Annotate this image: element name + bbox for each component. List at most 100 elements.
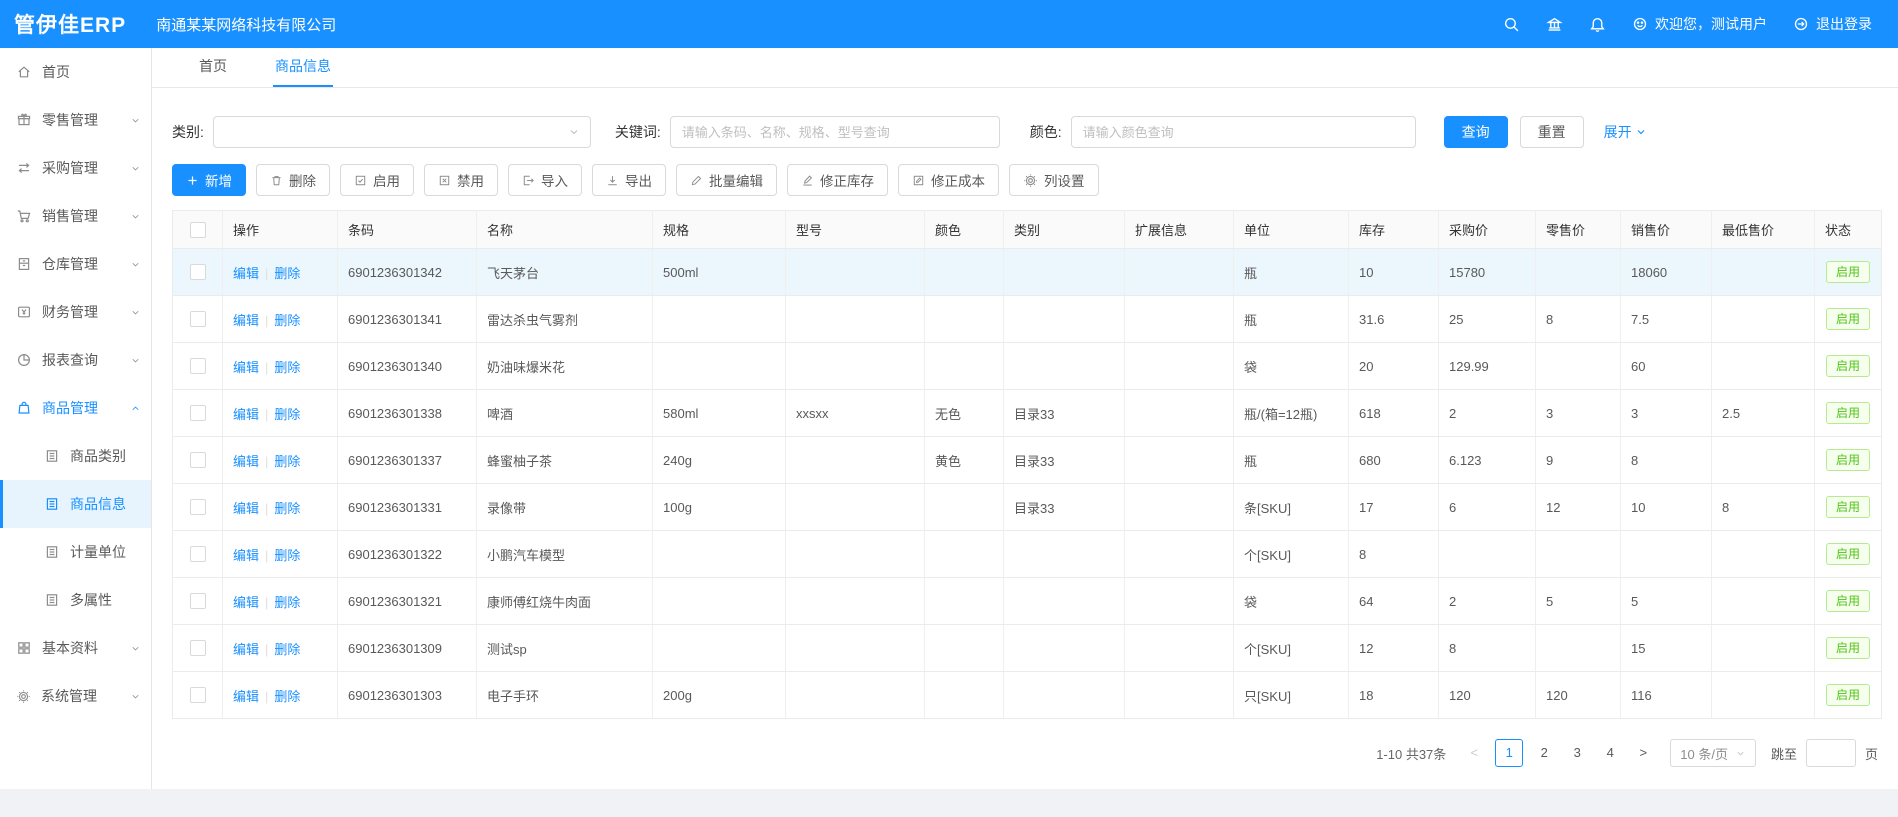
sidebar-item-财务管理[interactable]: 财务管理: [0, 288, 151, 336]
列设置-toolbar-button[interactable]: 列设置: [1009, 164, 1099, 196]
cell-action: 编辑|删除: [223, 578, 338, 625]
edit-link[interactable]: 编辑: [233, 595, 259, 610]
cell-action: 编辑|删除: [223, 343, 338, 390]
page-button-1[interactable]: 1: [1495, 739, 1523, 767]
cell-min_price: [1712, 437, 1815, 484]
sidebar-item-多属性[interactable]: 多属性: [0, 576, 151, 624]
导入-toolbar-button[interactable]: 导入: [508, 164, 582, 196]
row-checkbox[interactable]: [190, 358, 206, 374]
main-content: 首页商品信息 类别: 关键词: 颜色: 查询 重置 展开 新增删除启用禁用导入导…: [152, 48, 1898, 789]
status-badge: 启用: [1826, 355, 1870, 377]
cell-sale: 10: [1621, 484, 1712, 531]
table-row: 编辑|删除6901236301338啤酒580mlxxsxx无色目录33瓶/(箱…: [173, 390, 1882, 437]
禁用-toolbar-button[interactable]: 禁用: [424, 164, 498, 196]
sidebar-item-采购管理[interactable]: 采购管理: [0, 144, 151, 192]
search-icon[interactable]: [1503, 16, 1520, 33]
delete-link[interactable]: 删除: [274, 360, 300, 375]
sidebar-item-商品信息[interactable]: 商品信息: [0, 480, 151, 528]
delete-link[interactable]: 删除: [274, 548, 300, 563]
row-checkbox[interactable]: [190, 640, 206, 656]
cell-purchase: 6: [1439, 484, 1536, 531]
delete-link[interactable]: 删除: [274, 642, 300, 657]
sidebar-item-仓库管理[interactable]: 仓库管理: [0, 240, 151, 288]
edit-link[interactable]: 编辑: [233, 689, 259, 704]
page-button-2[interactable]: 2: [1532, 739, 1556, 767]
select-all-checkbox[interactable]: [190, 222, 206, 238]
delete-link[interactable]: 删除: [274, 501, 300, 516]
tab-商品信息[interactable]: 商品信息: [273, 48, 333, 87]
cell-sale: [1621, 531, 1712, 578]
row-checkbox[interactable]: [190, 499, 206, 515]
prev-page-button[interactable]: <: [1462, 739, 1486, 767]
导出-toolbar-button[interactable]: 导出: [592, 164, 666, 196]
批量编辑-toolbar-button[interactable]: 批量编辑: [676, 164, 777, 196]
page-button-4[interactable]: 4: [1598, 739, 1622, 767]
sidebar-item-首页[interactable]: 首页: [0, 48, 151, 96]
cell-action: 编辑|删除: [223, 296, 338, 343]
delete-link[interactable]: 删除: [274, 266, 300, 281]
delete-link[interactable]: 删除: [274, 689, 300, 704]
row-checkbox[interactable]: [190, 593, 206, 609]
logout-button[interactable]: 退出登录: [1793, 14, 1872, 34]
row-checkbox[interactable]: [190, 687, 206, 703]
delete-link[interactable]: 删除: [274, 407, 300, 422]
cell-name: 测试sp: [477, 625, 653, 672]
delete-link[interactable]: 删除: [274, 454, 300, 469]
jump-page-input[interactable]: [1806, 739, 1856, 767]
next-page-button[interactable]: >: [1631, 739, 1655, 767]
cell-sale: 7.5: [1621, 296, 1712, 343]
cell-stock: 680: [1349, 437, 1439, 484]
启用-toolbar-button[interactable]: 启用: [340, 164, 414, 196]
reset-button[interactable]: 重置: [1520, 116, 1584, 148]
edit-link[interactable]: 编辑: [233, 642, 259, 657]
sidebar-item-商品管理[interactable]: 商品管理: [0, 384, 151, 432]
edit-link[interactable]: 编辑: [233, 360, 259, 375]
cell-category: [1004, 531, 1125, 578]
row-checkbox[interactable]: [190, 311, 206, 327]
chevron-down-icon: [130, 211, 141, 222]
edit-link[interactable]: 编辑: [233, 407, 259, 422]
delete-link[interactable]: 删除: [274, 595, 300, 610]
row-checkbox[interactable]: [190, 546, 206, 562]
color-input[interactable]: [1071, 116, 1416, 148]
cell-name: 雷达杀虫气雾剂: [477, 296, 653, 343]
sidebar-item-基本资料[interactable]: 基本资料: [0, 624, 151, 672]
修正库存-toolbar-button[interactable]: 修正库存: [787, 164, 888, 196]
category-select[interactable]: [213, 116, 591, 148]
cell-barcode: 6901236301338: [338, 390, 477, 437]
sidebar-item-报表查询[interactable]: 报表查询: [0, 336, 151, 384]
search-button[interactable]: 查询: [1444, 116, 1508, 148]
page-size-select[interactable]: 10 条/页: [1670, 739, 1756, 767]
sidebar-item-商品类别[interactable]: 商品类别: [0, 432, 151, 480]
edit-link[interactable]: 编辑: [233, 548, 259, 563]
sidebar-item-系统管理[interactable]: 系统管理: [0, 672, 151, 720]
delete-link[interactable]: 删除: [274, 313, 300, 328]
edit-link[interactable]: 编辑: [233, 313, 259, 328]
user-welcome[interactable]: 欢迎您，测试用户: [1632, 14, 1767, 34]
expand-link[interactable]: 展开: [1604, 122, 1647, 142]
tab-首页[interactable]: 首页: [197, 48, 229, 87]
bell-icon[interactable]: [1589, 16, 1606, 33]
row-checkbox[interactable]: [190, 405, 206, 421]
edit-link[interactable]: 编辑: [233, 454, 259, 469]
row-checkbox[interactable]: [190, 264, 206, 280]
keyword-input[interactable]: [670, 116, 1000, 148]
cell-model: [786, 531, 925, 578]
cell-action: 编辑|删除: [223, 390, 338, 437]
sidebar-item-销售管理[interactable]: 销售管理: [0, 192, 151, 240]
cell-sale: 18060: [1621, 249, 1712, 296]
column-header-unit: 单位: [1234, 211, 1349, 249]
edit-link[interactable]: 编辑: [233, 266, 259, 281]
sidebar-item-零售管理[interactable]: 零售管理: [0, 96, 151, 144]
edit-link[interactable]: 编辑: [233, 501, 259, 516]
删除-toolbar-button[interactable]: 删除: [256, 164, 330, 196]
logout-icon: [1793, 16, 1809, 32]
修正成本-toolbar-button[interactable]: 修正成本: [898, 164, 999, 196]
cell-min_price: [1712, 625, 1815, 672]
bank-icon[interactable]: [1546, 16, 1563, 33]
row-checkbox[interactable]: [190, 452, 206, 468]
sidebar-item-计量单位[interactable]: 计量单位: [0, 528, 151, 576]
page-button-3[interactable]: 3: [1565, 739, 1589, 767]
新增-toolbar-button[interactable]: 新增: [172, 164, 246, 196]
import-icon: [522, 174, 535, 187]
